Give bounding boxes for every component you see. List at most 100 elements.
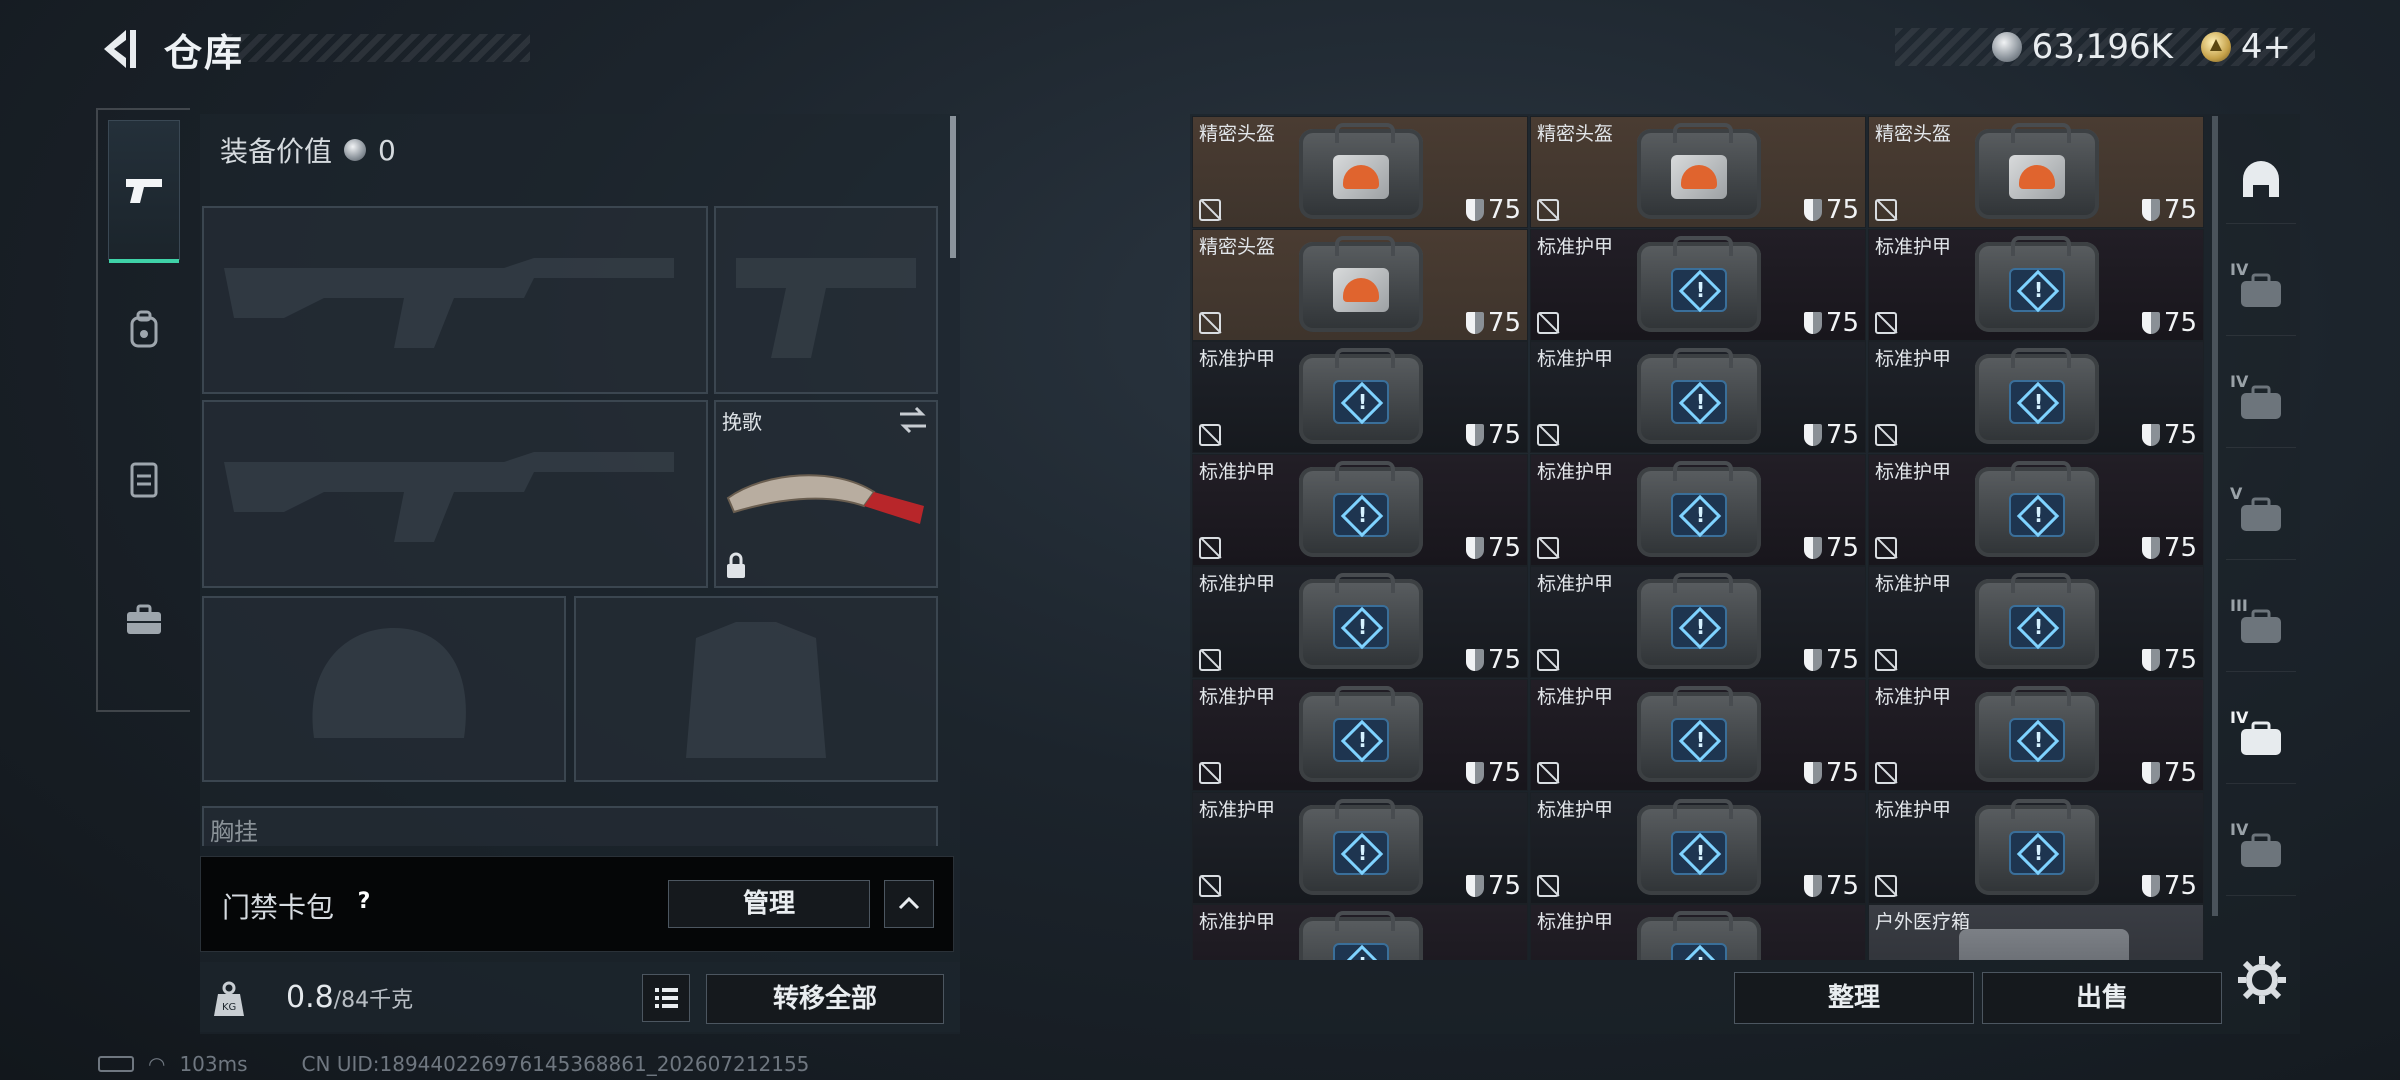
- filter-tab[interactable]: IV: [2226, 358, 2296, 448]
- item-name: 标准护甲: [1875, 235, 1952, 258]
- tab-weapons[interactable]: [108, 120, 180, 263]
- filter-tab[interactable]: III: [2226, 582, 2296, 672]
- item-name: 标准护甲: [1537, 911, 1614, 934]
- armor-case-icon: !: [1637, 573, 1761, 670]
- item-name: 标准护甲: [1199, 798, 1276, 821]
- back-arrow-icon: [104, 30, 136, 68]
- inventory-item[interactable]: 标准护甲! 75: [1530, 679, 1866, 791]
- inventory-item[interactable]: 标准护甲! 75: [1868, 791, 2204, 904]
- list-view-button[interactable]: [642, 974, 690, 1022]
- secondary-weapon-slot[interactable]: [202, 400, 708, 588]
- shield-icon: [1465, 424, 1484, 447]
- equipment-category-tabs: [96, 108, 190, 712]
- no-insure-icon: [1199, 536, 1221, 559]
- inventory-item[interactable]: 标准护甲! 75: [1868, 453, 2204, 566]
- filter-tab[interactable]: IV: [2226, 694, 2296, 784]
- inventory-item[interactable]: 标准护甲! 75: [1530, 453, 1866, 566]
- no-insure-icon: [1537, 649, 1559, 672]
- filter-tier-label: IV: [2230, 260, 2249, 279]
- helmet-case-icon: [1975, 123, 2099, 219]
- rifle-silhouette-icon: [224, 258, 674, 348]
- no-insure-icon: [1875, 649, 1897, 672]
- no-insure-icon: [1537, 424, 1559, 447]
- chest-rig-label: 胸挂: [210, 818, 258, 846]
- helmet-slot[interactable]: [202, 596, 566, 782]
- swap-icon[interactable]: [896, 406, 930, 434]
- shield-icon: [2141, 762, 2160, 784]
- armor-case-icon: !: [1637, 911, 1761, 960]
- gold-amount: 4+: [2240, 27, 2291, 67]
- inventory-item[interactable]: 标准护甲! 75: [1530, 566, 1866, 679]
- gold-coin-icon: [2200, 32, 2231, 62]
- transfer-all-button[interactable]: 转移全部: [706, 974, 944, 1024]
- help-icon[interactable]: ?: [348, 886, 380, 918]
- melee-weapon-name: 挽歌: [722, 410, 762, 434]
- inventory-item[interactable]: 精密头盔 75: [1192, 228, 1528, 341]
- pistol-slot[interactable]: [714, 206, 938, 394]
- inventory-item[interactable]: 标准护甲!: [1530, 904, 1866, 960]
- inventory-item[interactable]: 户外医疗箱: [1868, 904, 2204, 960]
- back-button[interactable]: [96, 24, 146, 74]
- inventory-item[interactable]: 标准护甲! 75: [1192, 791, 1528, 904]
- shield-icon: [1803, 199, 1822, 221]
- no-insure-icon: [1199, 199, 1221, 221]
- tab-chest-rig[interactable]: [108, 410, 180, 550]
- inventory-grid: 精密头盔 75 精密头盔 75 精密头盔 75 精密头盔 75 标准护甲! 75 标准护甲! 75 标准…: [1192, 116, 2208, 960]
- shield-icon: [2141, 199, 2160, 221]
- item-name: 户外医疗箱: [1875, 911, 1971, 934]
- battery-icon: [98, 1056, 134, 1072]
- melee-slot[interactable]: 挽歌: [714, 400, 938, 588]
- equipment-scrollbar[interactable]: [950, 116, 956, 258]
- inventory-item[interactable]: 精密头盔 75: [1530, 116, 1866, 228]
- inventory-item[interactable]: 标准护甲! 75: [1530, 791, 1866, 904]
- inventory-scrollbar[interactable]: [2212, 116, 2218, 916]
- inventory-item[interactable]: 标准护甲! 75: [1868, 566, 2204, 679]
- inventory-item[interactable]: 标准护甲! 75: [1192, 679, 1528, 791]
- silver-amount: 63,196K: [2031, 27, 2173, 67]
- armor-case-icon: !: [1299, 911, 1423, 960]
- shield-icon: [1465, 762, 1484, 784]
- settings-button[interactable]: [2232, 950, 2292, 1010]
- armor-case-icon: !: [1299, 798, 1423, 895]
- item-name: 标准护甲: [1199, 348, 1276, 371]
- inventory-item[interactable]: 精密头盔 75: [1868, 116, 2204, 228]
- inventory-item[interactable]: 标准护甲! 75: [1192, 341, 1528, 454]
- no-insure-icon: [1199, 874, 1221, 897]
- item-name: 精密头盔: [1875, 123, 1952, 145]
- item-durability: 75: [2141, 871, 2197, 901]
- tab-backpack[interactable]: [108, 260, 180, 400]
- filter-tab[interactable]: IV: [2226, 806, 2296, 896]
- briefcase-icon: [127, 604, 161, 634]
- filter-tab[interactable]: V: [2226, 470, 2296, 560]
- shield-icon: [2141, 536, 2160, 559]
- silver-coin-icon: [344, 139, 367, 161]
- inventory-item[interactable]: 精密头盔 75: [1192, 116, 1528, 228]
- chevron-up-icon: [898, 896, 920, 910]
- durability-value: 75: [1825, 307, 1859, 338]
- durability-value: 75: [1487, 645, 1521, 676]
- manage-button[interactable]: 管理: [668, 880, 870, 928]
- inventory-item[interactable]: 标准护甲! 75: [1192, 566, 1528, 679]
- inventory-item[interactable]: 标准护甲! 75: [1868, 679, 2204, 791]
- filter-tab[interactable]: IV: [2226, 246, 2296, 336]
- pistol-icon: [126, 179, 162, 203]
- item-durability: 75: [1803, 420, 1859, 450]
- collapse-button[interactable]: [884, 880, 934, 928]
- sort-button[interactable]: 整理: [1734, 972, 1974, 1024]
- tab-safe-box[interactable]: [108, 550, 180, 690]
- inventory-item[interactable]: 标准护甲! 75: [1868, 341, 2204, 454]
- armor-slot[interactable]: [574, 596, 938, 782]
- inventory-item[interactable]: 标准护甲! 75: [1192, 453, 1528, 566]
- inventory-item[interactable]: 标准护甲!: [1192, 904, 1528, 960]
- filter-tab[interactable]: [2226, 134, 2296, 224]
- chest-rig-slot[interactable]: 胸挂: [202, 806, 938, 846]
- inventory-item[interactable]: 标准护甲! 75: [1530, 228, 1866, 341]
- inventory-item[interactable]: 标准护甲! 75: [1868, 228, 2204, 341]
- primary-weapon-slot[interactable]: [202, 206, 708, 394]
- inventory-item[interactable]: 标准护甲! 75: [1530, 341, 1866, 454]
- item-name: 标准护甲: [1875, 460, 1952, 483]
- sell-button[interactable]: 出售: [1982, 972, 2222, 1024]
- filter-tier-label: IV: [2230, 372, 2249, 391]
- rifle-silhouette-icon: [224, 452, 674, 542]
- uid-text: CN UID:18944022697614536886​1_2026072121…: [301, 1052, 810, 1076]
